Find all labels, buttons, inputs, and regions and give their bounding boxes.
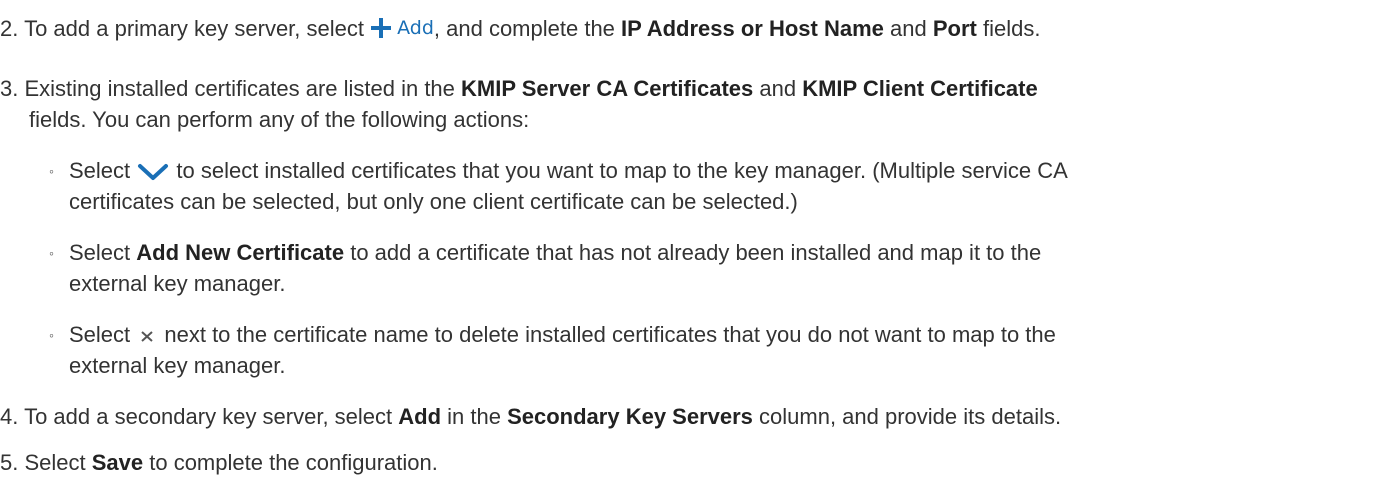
step-text: column, and provide its details. (752, 404, 1062, 429)
field-name: KMIP Server CA Certificates (461, 76, 754, 101)
step-text: and (883, 16, 933, 41)
close-icon (141, 331, 153, 342)
bullet-text: Select (69, 322, 137, 347)
step-text: and (753, 76, 803, 101)
step-2: 2. To add a primary key server, select A… (0, 15, 1040, 42)
bullet-item: ◦ Select Add New Certificate to add a cer… (49, 240, 1041, 266)
add-label: Add (397, 17, 434, 39)
step-text: To add a primary key server, select (18, 16, 371, 41)
step-text: Select (18, 450, 92, 475)
bullet-text: to add a certificate that has not alread… (344, 240, 1042, 265)
bullet-continuation: external key manager. (69, 353, 286, 378)
step-text: fields. (976, 16, 1041, 41)
bullet-continuation: certificates can be selected, but only o… (69, 189, 798, 214)
step-text: in the (441, 404, 508, 429)
bullet-marker: ◦ (49, 245, 54, 261)
button-name: Save (91, 450, 144, 475)
bullet-text: Select (69, 240, 137, 265)
bullet-text: next to the certificate name to delete i… (158, 322, 1056, 347)
field-name: KMIP Client Certificate (802, 76, 1038, 101)
bullet-text: Select (69, 158, 137, 183)
step-3-continuation: fields. You can perform any of the follo… (29, 107, 530, 132)
step-number: 4. (0, 404, 19, 429)
button-name: Add New Certificate (136, 240, 345, 265)
add-button-reference: Add (370, 15, 434, 41)
step-text: To add a secondary key server, select (18, 404, 399, 429)
bullet-item: ◦ Select to select installed certificates… (49, 158, 1068, 184)
bullet-continuation: external key manager. (69, 271, 286, 296)
field-name: IP Address or Host Name (621, 16, 884, 41)
step-4: 4. To add a secondary key server, select… (0, 404, 1061, 430)
bullet-item: ◦ Select next to the certificate name to … (49, 322, 1056, 348)
step-text: , and complete the (433, 16, 622, 41)
step-number: 2. (0, 16, 19, 41)
bullet-marker: ◦ (49, 327, 54, 343)
step-number: 3. (0, 76, 19, 101)
step-text: to complete the configuration. (143, 450, 438, 475)
step-5: 5. Select Save to complete the configura… (0, 450, 438, 476)
bullet-marker: ◦ (49, 163, 54, 179)
chevron-down-icon (138, 164, 169, 181)
step-number: 5. (0, 450, 19, 475)
step-3: 3. Existing installed certificates are l… (0, 76, 1038, 102)
field-name: Port (932, 16, 977, 41)
plus-icon (371, 18, 392, 38)
step-text: Existing installed certificates are list… (18, 76, 462, 101)
button-name: Add (398, 404, 442, 429)
bullet-text: to select installed certificates that yo… (170, 158, 1068, 183)
column-name: Secondary Key Servers (507, 404, 753, 429)
